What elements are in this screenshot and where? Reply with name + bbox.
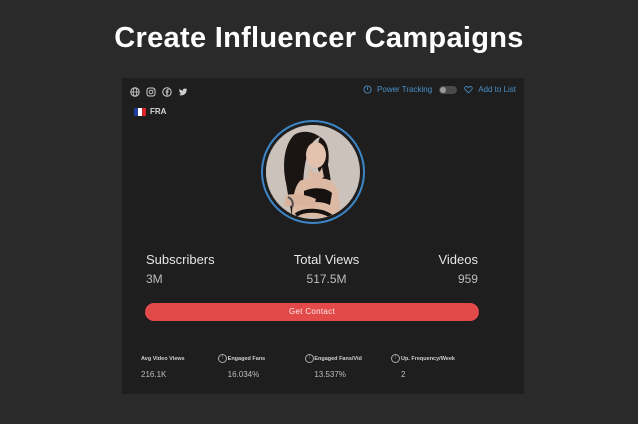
metric-value: 216.1K: [141, 370, 167, 379]
subscribers-stat: Subscribers 3M: [146, 252, 215, 286]
stats-row: Subscribers 3M Total Views 517.5M Videos…: [146, 252, 478, 286]
metric-value: 13.537%: [314, 370, 346, 379]
facebook-icon[interactable]: [161, 87, 172, 98]
metric-engaged-fans-per-video: Engaged Fans/Vid ! 13.537%: [314, 354, 401, 379]
avatar-frame: [261, 120, 365, 224]
page-title: Create Influencer Campaigns: [114, 22, 524, 54]
twitter-icon[interactable]: [177, 87, 188, 98]
heart-icon[interactable]: [464, 85, 473, 94]
avatar-photo: [266, 125, 358, 219]
videos-stat: Videos 959: [438, 252, 478, 286]
toggle-knob: [440, 86, 447, 93]
metric-engaged-fans: Engaged Fans ! 16.034%: [227, 354, 314, 379]
metric-label: Avg Video Views: [141, 356, 185, 362]
stat-value: 517.5M: [306, 272, 347, 286]
stat-label: Videos: [438, 252, 478, 267]
avatar[interactable]: [266, 125, 360, 219]
stat-label: Subscribers: [146, 252, 215, 267]
metric-label: Up. Frequency/Week: [400, 356, 455, 362]
metric-label: Engaged Fans: [227, 356, 266, 362]
metric-value: 2: [400, 370, 406, 379]
country-code: FRA: [150, 107, 167, 116]
info-icon[interactable]: !: [218, 354, 227, 363]
get-contact-button[interactable]: Get Contact: [145, 303, 479, 321]
metric-avg-video-views: Avg Video Views ! 216.1K: [141, 354, 227, 379]
metric-value: 16.034%: [227, 370, 260, 379]
info-icon[interactable]: !: [304, 354, 314, 363]
power-icon: [363, 85, 372, 94]
total-views-stat: Total Views 517.5M: [294, 252, 360, 286]
france-flag-icon: [134, 107, 146, 116]
metrics-row: Avg Video Views ! 216.1K Engaged Fans ! …: [141, 354, 487, 379]
instagram-icon[interactable]: [145, 87, 156, 98]
metric-upload-frequency: Up. Frequency/Week 2: [401, 356, 487, 379]
add-to-list-link[interactable]: Add to List: [478, 85, 516, 94]
stat-value: 3M: [146, 272, 163, 286]
country-badge: FRA: [134, 107, 166, 116]
card-actions: Power Tracking Add to List: [363, 85, 516, 94]
stat-label: Total Views: [293, 252, 360, 267]
metric-label: Engaged Fans/Vid: [314, 356, 362, 362]
power-tracking-toggle[interactable]: [439, 85, 458, 94]
page: Create Influencer Campaigns Power Tracki…: [0, 0, 638, 424]
social-links: [129, 86, 188, 98]
globe-icon[interactable]: [129, 87, 140, 98]
stat-value: 959: [457, 272, 478, 286]
power-tracking-label: Power Tracking: [377, 85, 433, 94]
